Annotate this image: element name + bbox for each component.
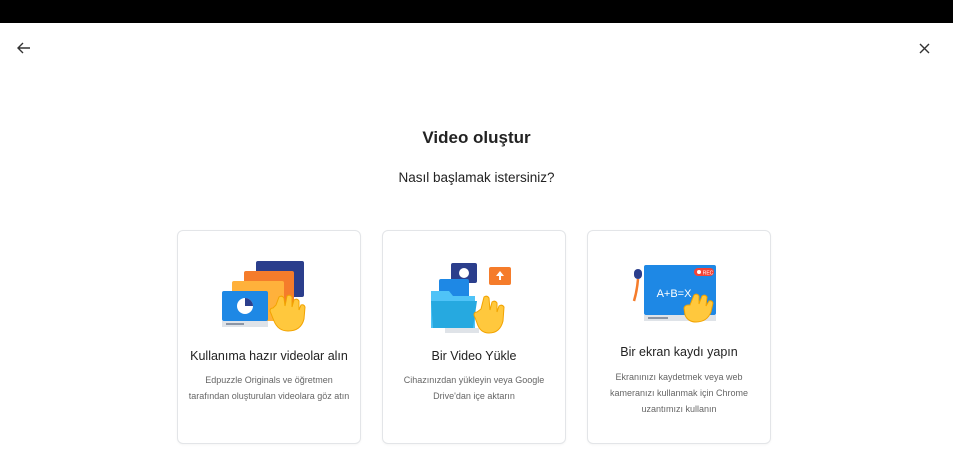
- card-title: Bir ekran kaydı yapın: [620, 345, 738, 359]
- screen-recording-card[interactable]: REC A+B=X Bir ekran kaydı yapın Ekranını…: [587, 230, 771, 444]
- video-library-illustration: [222, 261, 306, 332]
- rec-badge-text: REC: [703, 271, 714, 277]
- card-description: Ekranınızı kaydetmek veya web kameranızı…: [609, 372, 749, 414]
- close-button[interactable]: [914, 38, 934, 58]
- card-description: Cihazınızdan yükleyin veya Google Drive'…: [403, 375, 545, 401]
- page-title: Video oluştur: [422, 128, 531, 147]
- upload-video-card[interactable]: Bir Video Yükle Cihazınızdan yükleyin ve…: [382, 230, 566, 444]
- arrow-left-icon: [17, 42, 30, 54]
- close-x-icon: [919, 43, 929, 53]
- card-title: Kullanıma hazır videolar alın: [190, 349, 348, 363]
- back-button[interactable]: [14, 38, 34, 58]
- card-title: Bir Video Yükle: [431, 349, 517, 363]
- upload-folder-illustration: [431, 263, 511, 334]
- screen-recording-illustration: REC A+B=X: [632, 265, 716, 323]
- equation-text: A+B=X: [657, 288, 693, 300]
- card-description: Edpuzzle Originals ve öğretmen tarafında…: [188, 375, 350, 401]
- ready-made-videos-card[interactable]: Kullanıma hazır videolar alın Edpuzzle O…: [177, 230, 361, 444]
- browser-top-bar: [0, 0, 953, 23]
- page-subtitle: Nasıl başlamak istersiniz?: [398, 170, 555, 185]
